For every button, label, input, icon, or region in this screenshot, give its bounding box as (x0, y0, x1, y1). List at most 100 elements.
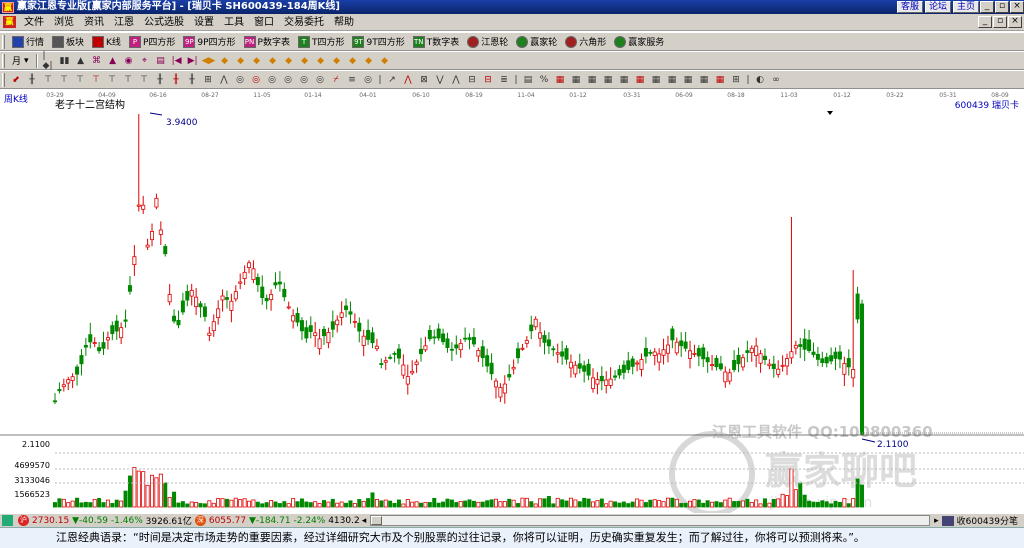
draw-tool-26-icon[interactable]: ⊠ (418, 74, 430, 86)
menu-item-8[interactable]: 交易委托 (279, 15, 329, 30)
draw-tool-1-icon[interactable]: ╫ (26, 74, 38, 86)
period-select[interactable]: 月 ▾ (8, 53, 33, 69)
tool-ctrl-i-icon[interactable]: |◀ (171, 55, 183, 67)
link-forum[interactable]: 论坛 (924, 1, 951, 13)
menu-item-1[interactable]: 浏览 (49, 15, 79, 30)
toolbar-button-3[interactable]: P P四方形 (125, 34, 179, 50)
toolbar-grip[interactable] (2, 53, 5, 68)
menu-item-9[interactable]: 帮助 (329, 15, 359, 30)
draw-tool-35-icon[interactable]: ▦ (554, 74, 566, 86)
doc-logo-icon[interactable]: 赢 (3, 16, 16, 28)
draw-tool-44-icon[interactable]: ▦ (698, 74, 710, 86)
toolbar-button-2[interactable]: K线 (88, 34, 125, 50)
tool-ctrl-g-icon[interactable]: ⌖ (139, 55, 151, 67)
tool-ctrl-c-icon[interactable]: ▲ (75, 55, 87, 67)
minimize-icon[interactable]: _ (980, 1, 994, 13)
toolbar-grip[interactable] (2, 34, 5, 49)
draw-tool-9-icon[interactable]: ╫ (154, 74, 166, 86)
tool-ctrl-k-icon[interactable]: ◀▶ (202, 55, 216, 67)
tool-ctrl-l-icon[interactable]: ◆ (219, 55, 231, 67)
tool-ctrl-m-icon[interactable]: ◆ (235, 55, 247, 67)
menu-item-5[interactable]: 设置 (189, 15, 219, 30)
tool-ctrl-e-icon[interactable]: ▲ (107, 55, 119, 67)
draw-tool-17-icon[interactable]: ◎ (282, 74, 294, 86)
toolbar-button-4[interactable]: 9P 9P四方形 (179, 34, 239, 50)
tool-ctrl-u-icon[interactable]: ◆ (363, 55, 375, 67)
tool-ctrl-o-icon[interactable]: ◆ (267, 55, 279, 67)
draw-tool-21-icon[interactable]: ≡ (346, 74, 358, 86)
draw-tool-13-icon[interactable]: ⋀ (218, 74, 230, 86)
draw-tool-24-icon[interactable]: ↗ (386, 74, 398, 86)
scroll-thumb[interactable] (371, 516, 383, 525)
draw-tool-11-icon[interactable]: ╫ (186, 74, 198, 86)
draw-tool-42-icon[interactable]: ▦ (666, 74, 678, 86)
tool-ctrl-d-icon[interactable]: ⌘ (91, 55, 103, 67)
draw-tool-49-icon[interactable]: ∞ (770, 74, 782, 86)
dropdown-arrow-icon[interactable] (827, 111, 833, 115)
draw-tool-22-icon[interactable]: ◎ (362, 74, 374, 86)
tool-ctrl-s-icon[interactable]: ◆ (331, 55, 343, 67)
draw-tool-7-icon[interactable]: ⊤ (122, 74, 134, 86)
draw-tool-12-icon[interactable]: ⊞ (202, 74, 214, 86)
draw-tool-2-icon[interactable]: ⊤ (42, 74, 54, 86)
toolbar-button-5[interactable]: PN P数字表 (240, 34, 294, 50)
tool-ctrl-t-icon[interactable]: ◆ (347, 55, 359, 67)
draw-tool-28-icon[interactable]: ⋀ (450, 74, 462, 86)
draw-tool-45-icon[interactable]: ▦ (714, 74, 726, 86)
draw-tool-27-icon[interactable]: ⋁ (434, 74, 446, 86)
draw-tool-5-icon[interactable]: ⊤ (90, 74, 102, 86)
sz-index-value[interactable]: 6055.77 (209, 516, 246, 526)
toolbar-button-9[interactable]: 江恩轮 (463, 34, 512, 50)
tool-ctrl-a-icon[interactable]: |◆| (43, 51, 55, 71)
draw-tool-31-icon[interactable]: ≣ (498, 74, 510, 86)
draw-tool-25-icon[interactable]: ⋀ (402, 74, 414, 86)
draw-tool-37-icon[interactable]: ▦ (586, 74, 598, 86)
horizontal-scrollbar[interactable] (370, 515, 931, 526)
scroll-right-icon[interactable]: ▸ (934, 516, 939, 526)
toolbar-button-1[interactable]: 板块 (48, 34, 88, 50)
menu-item-2[interactable]: 资讯 (79, 15, 109, 30)
draw-tool-8-icon[interactable]: ⊤ (138, 74, 150, 86)
toolbar-button-10[interactable]: 赢家轮 (512, 34, 561, 50)
menu-item-3[interactable]: 江恩 (109, 15, 139, 30)
draw-tool-19-icon[interactable]: ◎ (314, 74, 326, 86)
draw-tool-16-icon[interactable]: ◎ (266, 74, 278, 86)
tool-ctrl-b-icon[interactable]: ▮▮ (59, 55, 71, 67)
draw-tool-38-icon[interactable]: ▦ (602, 74, 614, 86)
draw-tool-6-icon[interactable]: ⊤ (106, 74, 118, 86)
restore-icon[interactable]: ▫ (995, 1, 1009, 13)
menu-item-6[interactable]: 工具 (219, 15, 249, 30)
draw-tool-48-icon[interactable]: ◐ (754, 74, 766, 86)
mdi-restore-icon[interactable]: ▫ (993, 16, 1007, 28)
draw-tool-40-icon[interactable]: ▦ (634, 74, 646, 86)
draw-tool-18-icon[interactable]: ◎ (298, 74, 310, 86)
draw-tool-20-icon[interactable]: ⌿ (330, 74, 342, 86)
draw-tool-14-icon[interactable]: ◎ (234, 74, 246, 86)
tool-ctrl-r-icon[interactable]: ◆ (315, 55, 327, 67)
mdi-minimize-icon[interactable]: _ (978, 16, 992, 28)
draw-tool-15-icon[interactable]: ◎ (250, 74, 262, 86)
network-icon[interactable] (2, 515, 13, 526)
draw-tool-36-icon[interactable]: ▦ (570, 74, 582, 86)
draw-tool-30-icon[interactable]: ⊟ (482, 74, 494, 86)
draw-tool-43-icon[interactable]: ▦ (682, 74, 694, 86)
tool-ctrl-n-icon[interactable]: ◆ (251, 55, 263, 67)
toolbar-button-6[interactable]: T T四方形 (294, 34, 349, 50)
tool-ctrl-p-icon[interactable]: ◆ (283, 55, 295, 67)
tool-ctrl-j-icon[interactable]: ▶| (187, 55, 199, 67)
tool-ctrl-v-icon[interactable]: ◆ (379, 55, 391, 67)
menu-item-4[interactable]: 公式选股 (139, 15, 189, 30)
toolbar-grip[interactable] (2, 72, 5, 87)
menu-item-7[interactable]: 窗口 (249, 15, 279, 30)
toolbar-button-7[interactable]: 9T 9T四方形 (348, 34, 408, 50)
scroll-left-icon[interactable]: ◂ (362, 516, 367, 526)
toolbar-button-12[interactable]: 赢家服务 (610, 34, 668, 50)
toolbar-button-8[interactable]: TN T数字表 (409, 34, 464, 50)
draw-tool-3-icon[interactable]: ⊤ (58, 74, 70, 86)
status-right-text[interactable]: 收600439分笔 (957, 514, 1018, 527)
draw-tool-34-icon[interactable]: % (538, 74, 550, 86)
toolbar-button-0[interactable]: 行情 (8, 34, 48, 50)
draw-tool-33-icon[interactable]: ▤ (522, 74, 534, 86)
link-home[interactable]: 主页 (952, 1, 979, 13)
draw-tool-4-icon[interactable]: ⊤ (74, 74, 86, 86)
